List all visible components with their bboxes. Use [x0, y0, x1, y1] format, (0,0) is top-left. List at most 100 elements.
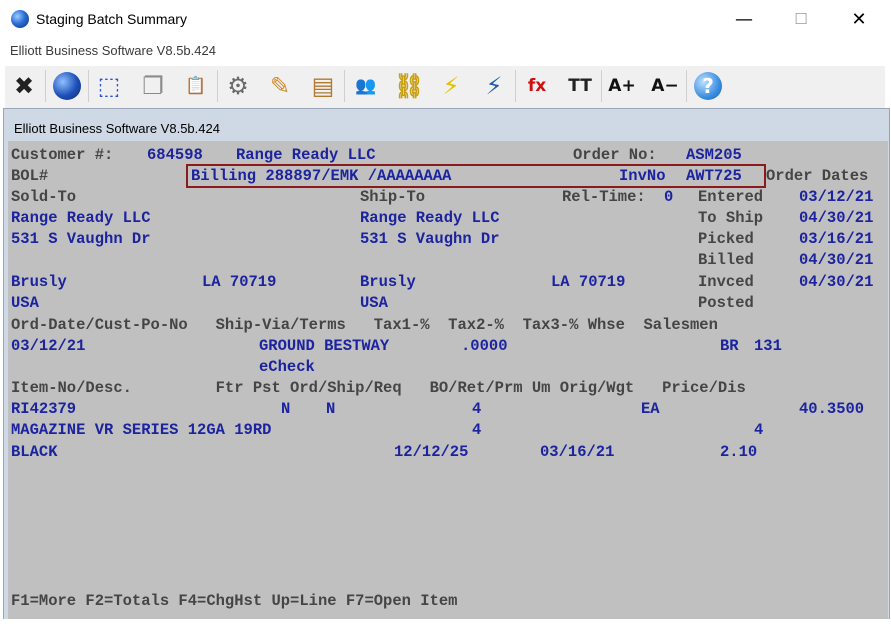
- ship-to-address: 531 S Vaughn Dr: [360, 230, 500, 248]
- to-ship-date: 04/30/21: [799, 209, 874, 227]
- original-qty: 4: [754, 421, 764, 439]
- warehouse: BR: [720, 337, 739, 355]
- lightning-button[interactable]: ⚡: [434, 69, 468, 103]
- bottom-strip: [0, 619, 891, 630]
- invoice-number: AWT725: [686, 167, 742, 185]
- inner-window-title: Elliott Business Software V8.5b.424: [14, 121, 220, 136]
- item-description: MAGAZINE VR SERIES 12GA 19RD: [11, 421, 272, 439]
- font-increase-icon: A+: [608, 76, 636, 96]
- order-dates-label: Order Dates: [766, 167, 869, 185]
- item-header-row: Item-No/Desc. Ftr Pst Ord/Ship/Req BO/Re…: [11, 379, 746, 397]
- notepad-button[interactable]: ▤: [306, 69, 340, 103]
- billed-date: 04/30/21: [799, 251, 874, 269]
- toolbar-separator: [217, 70, 218, 102]
- window-lightning-button[interactable]: ⚡: [477, 69, 511, 103]
- text-size-icon: TT: [568, 76, 592, 96]
- maximize-button[interactable]: ☐: [778, 4, 824, 34]
- terms: eCheck: [259, 358, 315, 376]
- window-lightning-icon: ⚡: [485, 72, 503, 100]
- billed-label: Billed: [698, 251, 754, 269]
- customer-label: Customer #:: [11, 146, 114, 164]
- ordered-qty: 4: [472, 400, 482, 418]
- ship-to-name: Range Ready LLC: [360, 209, 500, 227]
- function-key-bar: F1=More F2=Totals F4=ChgHst Up=Line F7=O…: [11, 592, 458, 610]
- sold-to-city: Brusly: [11, 273, 67, 291]
- posted-label: Posted: [698, 294, 754, 312]
- help-icon: ?: [694, 72, 722, 100]
- toolbar-separator: [601, 70, 602, 102]
- font-decrease-icon: A−: [651, 76, 679, 96]
- unit-of-measure: EA: [641, 400, 660, 418]
- weight: 2.10: [720, 443, 758, 461]
- edit-pencil-button[interactable]: ✎: [263, 69, 297, 103]
- to-ship-label: To Ship: [698, 209, 764, 227]
- item-number: RI42379: [11, 400, 77, 418]
- customer-number: 684598: [147, 146, 203, 164]
- billing-field: Billing 288897/EMK /AAAAAAAA: [191, 167, 452, 185]
- picked-date: 03/16/21: [799, 230, 874, 248]
- font-increase-button[interactable]: A+: [605, 69, 639, 103]
- bol-label: BOL#: [11, 167, 49, 185]
- rel-time-label: Rel-Time:: [562, 188, 646, 206]
- picked-label: Picked: [698, 230, 754, 248]
- paste-icon: 📋: [185, 76, 207, 96]
- copy-icon: ❐: [142, 72, 164, 100]
- order-no-label: Order No:: [573, 146, 657, 164]
- promise-date: 03/16/21: [540, 443, 615, 461]
- paste-button[interactable]: 📋: [179, 69, 213, 103]
- toolbar: ✖ ● ⬚ ❐ 📋 ⚙ ✎ ▤ 👥 ⛓ ⚡ ⚡ fx TT A+ A−?: [5, 66, 885, 108]
- invno-label: InvNo: [619, 167, 666, 185]
- minimize-button[interactable]: —: [721, 4, 767, 34]
- edit-pencil-icon: ✎: [269, 72, 291, 100]
- sold-to-label: Sold-To: [11, 188, 77, 206]
- users-button[interactable]: 👥: [349, 69, 383, 103]
- request-date: 12/12/25: [394, 443, 469, 461]
- invced-label: Invced: [698, 273, 754, 291]
- function-fx-icon: fx: [527, 76, 547, 96]
- toolbar-separator: [45, 70, 46, 102]
- window-title: Staging Batch Summary: [36, 11, 187, 27]
- ship-to-label: Ship-To: [360, 188, 426, 206]
- help-button[interactable]: ?: [691, 69, 725, 103]
- ship-to-country: USA: [360, 294, 388, 312]
- lightning-icon: ⚡: [442, 72, 460, 100]
- order-number: ASM205: [686, 146, 742, 164]
- pst-flag: N: [326, 400, 336, 418]
- toolbar-separator: [515, 70, 516, 102]
- globe-button[interactable]: ●: [50, 69, 84, 103]
- close-x-button[interactable]: ✖: [7, 69, 41, 103]
- text-size-button[interactable]: TT: [563, 69, 597, 103]
- notepad-icon: ▤: [311, 72, 335, 100]
- copy-button[interactable]: ❐: [136, 69, 170, 103]
- toolbar-separator: [686, 70, 687, 102]
- salesman: 131: [754, 337, 782, 355]
- ship-to-city: Brusly: [360, 273, 416, 291]
- sold-to-country: USA: [11, 294, 39, 312]
- tax1-value: .0000: [461, 337, 508, 355]
- sold-to-name: Range Ready LLC: [11, 209, 151, 227]
- item-description-2: BLACK: [11, 443, 58, 461]
- close-button[interactable]: ✕: [836, 4, 882, 34]
- select-box-button[interactable]: ⬚: [92, 69, 126, 103]
- ftr-flag: N: [281, 400, 291, 418]
- link-chain-button[interactable]: ⛓: [392, 69, 426, 103]
- ship-via: GROUND BESTWAY: [259, 337, 390, 355]
- settings-gear-icon: ⚙: [227, 72, 249, 100]
- ship-to-state-zip: LA 70719: [551, 273, 626, 291]
- rel-time-value: 0: [664, 188, 674, 206]
- function-fx-button[interactable]: fx: [520, 69, 554, 103]
- order-header-row: Ord-Date/Cust-Po-No Ship-Via/Terms Tax1-…: [11, 316, 718, 334]
- app-globe-icon: [11, 10, 29, 28]
- close-x-icon: ✖: [13, 72, 35, 100]
- settings-gear-button[interactable]: ⚙: [221, 69, 255, 103]
- entered-label: Entered: [698, 188, 764, 206]
- link-chain-icon: ⛓: [393, 72, 425, 100]
- title-bar: Staging Batch Summary — ☐ ✕: [0, 0, 891, 38]
- entered-date: 03/12/21: [799, 188, 874, 206]
- terminal-screen: Customer #: 684598 Range Ready LLC Order…: [8, 141, 888, 619]
- invced-date: 04/30/21: [799, 273, 874, 291]
- order-date: 03/12/21: [11, 337, 86, 355]
- font-decrease-button[interactable]: A−: [648, 69, 682, 103]
- customer-name: Range Ready LLC: [236, 146, 376, 164]
- unit-price: 40.3500: [799, 400, 865, 418]
